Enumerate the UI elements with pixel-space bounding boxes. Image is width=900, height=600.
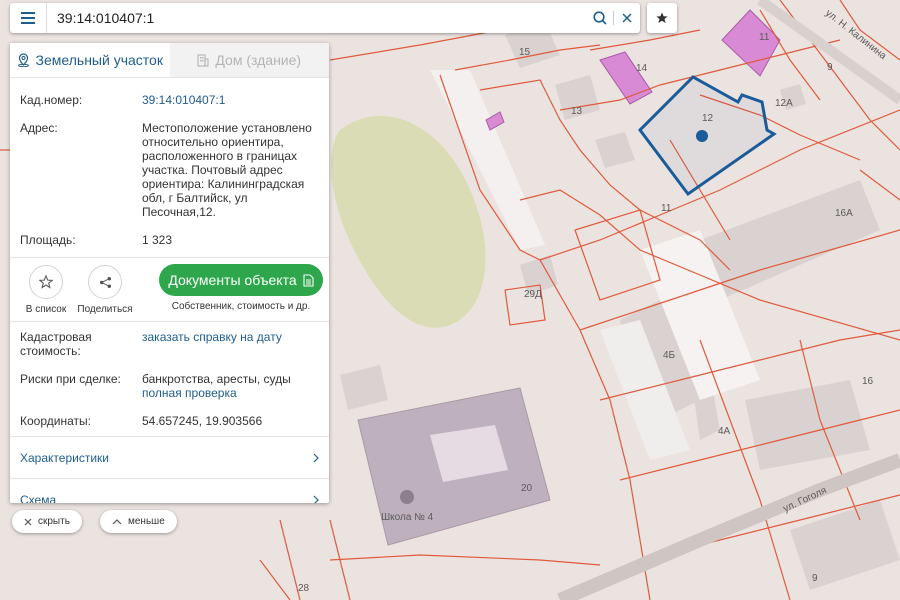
star-icon [656,12,668,23]
svg-text:20: 20 [521,483,533,494]
collapse-panel-label: меньше [128,516,165,527]
svg-text:15: 15 [519,47,531,58]
tab-building-label: Дом (здание) [215,52,302,68]
school-map-icon [400,490,414,504]
tab-land-plot[interactable]: Земельный участок [10,43,170,77]
svg-text:11: 11 [759,32,770,43]
tab-building[interactable]: Дом (здание) [169,43,329,77]
svg-text:12: 12 [702,113,714,124]
building-icon [197,53,209,67]
search-bar [10,3,640,33]
favorites-button[interactable] [647,3,677,33]
svg-text:4А: 4А [718,426,731,437]
search-input[interactable] [47,4,587,32]
coordinates-value: 54.657245, 19.903566 [142,414,263,428]
chevron-right-icon [313,495,319,503]
full-check-link[interactable]: полная проверка [142,386,237,400]
coordinates-label: Координаты: [20,414,91,428]
hide-panel-button[interactable]: скрыть [12,510,82,533]
menu-button[interactable] [10,3,47,33]
svg-text:9: 9 [827,62,833,73]
area-row: Площадь: 1 323 [10,233,329,247]
chevron-right-icon [313,453,319,462]
object-documents-button[interactable]: Документы объекта [159,264,323,296]
svg-text:4Б: 4Б [663,350,676,361]
characteristics-accordion[interactable]: Характеристики [10,436,329,478]
svg-text:11: 11 [661,203,672,214]
share-label: Поделиться [77,304,133,315]
close-icon [622,13,632,23]
scheme-label: Схема [20,492,57,504]
address-value: Местоположение установлено относительно … [142,121,312,219]
actions-row: В список Поделиться Документы объекта Со… [10,258,329,321]
kad-number-row: Кад.номер: 39:14:010407:1 [10,93,329,107]
order-certificate-link[interactable]: заказать справку на дату [142,330,319,358]
panel-tabs: Земельный участок Дом (здание) [10,43,329,78]
object-documents-subtitle: Собственник, стоимость и др. [171,301,311,312]
svg-text:29Д: 29Д [524,289,542,300]
close-icon [24,518,32,525]
svg-text:13: 13 [571,106,583,117]
svg-text:12А: 12А [775,98,793,109]
kad-number-label: Кад.номер: [20,93,83,107]
add-to-list-button[interactable]: В список [15,265,77,315]
hide-panel-label: скрыть [38,516,70,527]
document-icon [303,273,314,287]
star-outline-icon [39,275,53,289]
cadastral-cost-row: Кадастровая стоимость: заказать справку … [10,330,329,358]
selected-parcel-marker[interactable] [696,130,708,142]
svg-text:Школа № 4: Школа № 4 [381,512,434,523]
svg-text:14: 14 [636,63,648,74]
share-icon [99,276,111,288]
land-plot-icon [17,53,29,67]
area-value: 1 323 [142,233,173,247]
coordinates-row: Координаты: 54.657245, 19.903566 [10,414,329,428]
collapse-panel-button[interactable]: меньше [100,510,177,533]
object-info-panel: Земельный участок Дом (здание) Кад.номер… [10,43,329,503]
address-row: Адрес: Местоположение установлено относи… [10,121,329,219]
tab-land-plot-label: Земельный участок [35,52,163,68]
svg-text:28: 28 [298,583,310,594]
cadastral-cost-label: Кадастровая стоимость: [20,330,92,358]
risk-label: Риски при сделке: [20,372,121,386]
share-button[interactable]: Поделиться [74,265,136,315]
risk-row: Риски при сделке: банкротства, аресты, с… [10,372,329,400]
area-label: Площадь: [20,233,76,247]
address-label: Адрес: [20,121,58,135]
characteristics-label: Характеристики [20,450,109,465]
menu-icon [21,12,35,24]
search-button[interactable] [587,3,613,33]
search-icon [593,11,607,25]
svg-text:9: 9 [812,573,818,584]
svg-text:16А: 16А [835,208,853,219]
svg-text:16: 16 [862,376,874,387]
clear-search-button[interactable] [614,3,640,33]
add-to-list-label: В список [25,304,67,315]
chevron-up-icon [112,518,122,524]
risk-value: банкротства, аресты, суды [142,372,291,386]
kad-number-value[interactable]: 39:14:010407:1 [142,93,319,107]
object-documents-label: Документы объекта [168,272,297,288]
scheme-accordion[interactable]: Схема [10,478,329,503]
